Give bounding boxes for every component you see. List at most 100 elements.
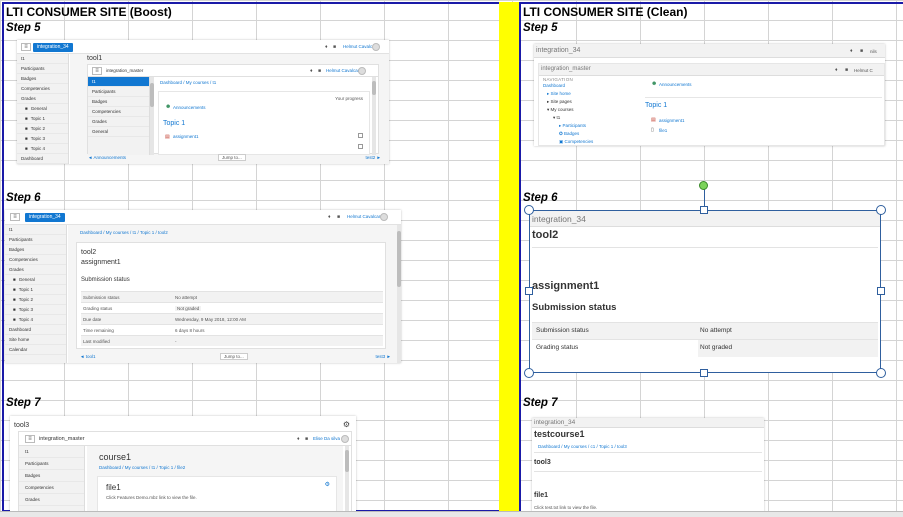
sidebar-item[interactable]: Dashboard <box>17 154 68 164</box>
sidebar-item[interactable]: ■ Topic 3 <box>17 134 68 144</box>
course-button[interactable]: integration_34 <box>33 43 73 52</box>
activity-link[interactable]: assignment1 <box>173 134 199 139</box>
resize-handle-top[interactable] <box>700 206 708 214</box>
resize-handle-top-right[interactable] <box>876 205 886 215</box>
menu-icon[interactable]: ≡ <box>21 43 31 51</box>
nav-item[interactable]: ▸ Site pages <box>543 98 627 106</box>
sidebar-item[interactable]: Badges <box>17 74 68 84</box>
nav-item[interactable]: ▸ Site home <box>543 90 627 98</box>
sidebar-item[interactable]: Competencies <box>17 84 68 94</box>
next-activity-link[interactable]: test3 ► <box>376 354 391 359</box>
sidebar-item[interactable]: t1 <box>19 446 84 458</box>
chat-icon[interactable]: ■ <box>305 436 308 442</box>
resize-handle-bottom[interactable] <box>700 369 708 377</box>
breadcrumb[interactable]: Dashboard / My courses / t1 / Topic 1 / … <box>99 465 185 470</box>
sidebar-item[interactable]: Grades <box>88 117 149 127</box>
user-name[interactable]: Helmut Cavalcanti <box>347 214 384 219</box>
inner-user-name[interactable]: Elise Da silva <box>313 436 340 441</box>
breadcrumb[interactable]: Dashboard / My courses / c1 / Topic 1 / … <box>538 444 627 449</box>
avatar[interactable] <box>341 435 349 443</box>
sidebar-item[interactable]: Badges <box>19 470 84 482</box>
completion-checkbox[interactable] <box>358 144 363 149</box>
sidebar-item[interactable]: Badges <box>5 245 66 255</box>
nav-item[interactable]: ▾ t1 <box>543 114 627 122</box>
sidebar-item[interactable]: Participants <box>17 64 68 74</box>
nav-item[interactable]: ▸ Participants <box>543 122 627 130</box>
sidebar-item[interactable]: Competencies <box>88 107 149 117</box>
chat-icon[interactable]: ■ <box>860 48 863 54</box>
bell-icon[interactable]: ♦ <box>328 214 331 220</box>
sidebar-item[interactable]: ■ Topic 3 <box>5 305 66 315</box>
sidebar-item[interactable]: Grades <box>19 494 84 506</box>
sidebar-item[interactable]: Badges <box>88 97 149 107</box>
bell-icon[interactable]: ♦ <box>850 48 853 54</box>
announcements-link[interactable]: Announcements <box>659 82 692 87</box>
sidebar-item[interactable]: ■ Topic 4 <box>17 144 68 154</box>
sidebar-item[interactable]: Participants <box>5 235 66 245</box>
breadcrumb[interactable]: Dashboard / My courses / t1 / Topic 1 / … <box>80 230 168 235</box>
avatar[interactable] <box>358 67 366 75</box>
gear-icon[interactable]: ⚙ <box>343 420 350 429</box>
next-activity-link[interactable]: test2 ► <box>366 155 381 160</box>
completion-checkbox[interactable] <box>358 133 363 138</box>
clean-step6-screenshot[interactable]: integration_34 tool2 assignment1 Submiss… <box>529 210 881 373</box>
prev-activity-link[interactable]: ◄ tool1 <box>80 354 95 359</box>
sidebar-item[interactable]: Calendar <box>5 345 66 355</box>
avatar[interactable] <box>372 43 380 51</box>
sidebar-item[interactable]: t1 <box>5 225 66 235</box>
gear-icon[interactable]: ⚙ <box>325 481 330 488</box>
announcements-link[interactable]: Announcements <box>173 105 206 110</box>
sidebar-item[interactable]: Competencies <box>5 255 66 265</box>
chat-icon[interactable]: ■ <box>845 67 848 73</box>
inner-scrollbar[interactable] <box>150 77 154 155</box>
breadcrumb[interactable]: Dashboard / My courses / t1 <box>160 80 216 85</box>
sidebar-item[interactable]: Site home <box>5 335 66 345</box>
jump-to-select[interactable]: Jump to... <box>218 154 246 161</box>
avatar[interactable] <box>380 213 388 221</box>
activity-link[interactable]: assignment1 <box>659 118 685 123</box>
page-scrollbar[interactable] <box>397 225 401 363</box>
sidebar-item[interactable]: Participants <box>88 87 149 97</box>
sidebar-item[interactable]: ■ Topic 4 <box>5 315 66 325</box>
sidebar-item[interactable]: ■ General <box>5 275 66 285</box>
nav-item[interactable]: Dashboard <box>543 82 627 90</box>
sidebar-item[interactable]: ■ General <box>17 104 68 114</box>
course-button[interactable]: integration_34 <box>25 213 65 222</box>
chat-icon[interactable]: ■ <box>318 68 321 74</box>
resize-handle-right[interactable] <box>877 287 885 295</box>
header-user[interactable]: nils <box>870 49 877 54</box>
menu-icon[interactable]: ≡ <box>25 435 35 443</box>
sidebar-item[interactable]: ■ Topic 2 <box>5 295 66 305</box>
nav-item[interactable]: ▾ My courses <box>543 106 627 114</box>
prev-activity-link[interactable]: ◄ Announcements <box>88 155 126 160</box>
sidebar-item[interactable]: ■ Topic 1 <box>5 285 66 295</box>
resize-handle-left[interactable] <box>525 287 533 295</box>
sidebar-item[interactable]: ■ Topic 2 <box>17 124 68 134</box>
sidebar-item-active[interactable]: t1 <box>88 77 149 87</box>
nav-item[interactable]: ▣ Competencies <box>543 138 627 146</box>
sidebar-item[interactable]: Dashboard <box>5 325 66 335</box>
iframe-scrollbar[interactable] <box>372 77 376 155</box>
menu-icon[interactable]: ≡ <box>10 213 20 221</box>
sidebar-item[interactable]: Competencies <box>19 482 84 494</box>
resize-handle-bottom-left[interactable] <box>524 368 534 378</box>
jump-to-select[interactable]: Jump to... <box>220 353 248 360</box>
menu-icon[interactable]: ≡ <box>92 67 102 75</box>
bell-icon[interactable]: ♦ <box>325 44 328 50</box>
inner-scrollbar[interactable] <box>345 446 349 512</box>
sidebar-item[interactable]: ■ Topic 1 <box>17 114 68 124</box>
sidebar-item[interactable]: Grades <box>17 94 68 104</box>
resize-handle-top-left[interactable] <box>524 205 534 215</box>
sidebar-item[interactable]: General <box>88 127 149 137</box>
bell-icon[interactable]: ♦ <box>297 436 300 442</box>
inner-user[interactable]: Helmut C <box>854 68 873 73</box>
chat-icon[interactable]: ■ <box>333 44 336 50</box>
bell-icon[interactable]: ♦ <box>310 68 313 74</box>
rotate-handle[interactable] <box>699 181 708 190</box>
sidebar-item[interactable]: Participants <box>19 458 84 470</box>
chat-icon[interactable]: ■ <box>337 214 340 220</box>
sidebar-item[interactable]: t1 <box>17 54 68 64</box>
resize-handle-bottom-right[interactable] <box>876 368 886 378</box>
sidebar-item[interactable]: Grades <box>5 265 66 275</box>
nav-item[interactable]: ✪ Badges <box>543 130 627 138</box>
